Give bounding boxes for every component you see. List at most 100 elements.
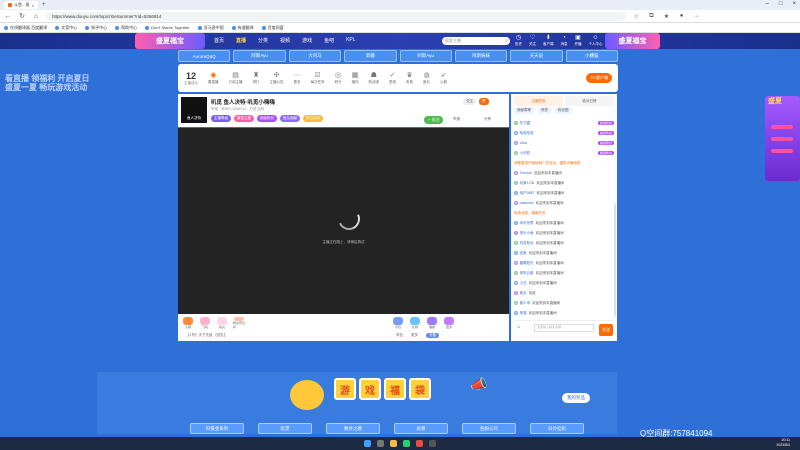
- chat-nickname[interactable]: 路人甲: [520, 301, 531, 306]
- site-search-input[interactable]: 搜索主播 ⌕: [442, 37, 510, 45]
- quick-item[interactable]: ☑ 每日任务: [311, 71, 325, 85]
- promo-tab[interactable]: 数许之路: [326, 423, 380, 434]
- star-icon[interactable]: ☆: [632, 13, 641, 20]
- room-tag[interactable]: 鱼丸贡献: [280, 115, 300, 122]
- chat-scrollbar[interactable]: [614, 204, 616, 316]
- nav-yuba[interactable]: 鱼吧: [324, 37, 334, 44]
- promo-tab[interactable]: 叽觅: [258, 423, 312, 434]
- search-icon[interactable]: ⌕: [505, 38, 508, 44]
- chat-nickname[interactable]: 叽觅粉丝: [520, 241, 534, 246]
- backpack-button[interactable]: 背包: [396, 333, 403, 338]
- like-mini-button[interactable]: 赞: [479, 98, 489, 105]
- quick-item[interactable]: ▤ 订阅主播: [229, 71, 243, 85]
- more-button[interactable]: 更多: [411, 333, 418, 338]
- tab-vip[interactable]: 贵宾: [538, 107, 551, 114]
- bookmark-item[interactable]: 亚马逊中国: [197, 25, 224, 31]
- favorites-icon[interactable]: ★: [662, 13, 671, 20]
- tab-weekly-contrib[interactable]: 贡献周榜: [514, 107, 534, 114]
- chat-nickname[interactable]: 用户9887: [520, 191, 535, 196]
- profile-button[interactable]: ☺ 个人中心: [589, 35, 603, 47]
- room-tag[interactable]: 夏日活动: [303, 115, 323, 122]
- anchor-link[interactable]: 阿斯Ayu: [233, 50, 286, 62]
- bookmark-item[interactable]: 百度网盘: [261, 25, 284, 31]
- browser-taskbar-icon[interactable]: [403, 440, 410, 447]
- promo-tab[interactable]: 科雷金系列: [190, 423, 244, 434]
- minimize-icon[interactable]: –: [766, 1, 769, 7]
- search-taskbar-icon[interactable]: [377, 440, 384, 447]
- room-tag[interactable]: 超级粉丝: [257, 115, 277, 122]
- bookmark-item[interactable]: 知乎中心: [85, 25, 107, 31]
- chat-nickname[interactable]: Tortoise: [520, 171, 532, 175]
- nav-kpl[interactable]: KPL: [346, 37, 355, 44]
- gift-item[interactable]: 粉丝荧光棒: [233, 317, 245, 329]
- extensions-icon[interactable]: ⧉: [647, 13, 656, 20]
- promo-tab[interactable]: 旧外挂机: [530, 423, 584, 434]
- app-taskbar-icon[interactable]: [429, 440, 436, 447]
- quick-item[interactable]: ☗ 粉丝团: [369, 71, 380, 85]
- back-icon[interactable]: ←: [4, 13, 12, 20]
- windows-start-icon[interactable]: [364, 440, 371, 447]
- my-prize-button[interactable]: 我的奖品: [562, 393, 590, 403]
- home-icon[interactable]: ⌂: [32, 13, 40, 20]
- file-explorer-icon[interactable]: [390, 440, 397, 447]
- anchor-link[interactable]: 大司马: [288, 50, 342, 62]
- quick-item[interactable]: ➶ 火箭: [440, 71, 447, 85]
- quick-item[interactable]: ♜ 排行: [253, 71, 260, 85]
- send-button[interactable]: 发送: [599, 324, 613, 336]
- video-player[interactable]: 主播正在路上，请稍后再试: [178, 128, 509, 314]
- bookmark-item[interactable]: 在线翻译器 百度翻译: [4, 25, 47, 31]
- new-tab-icon[interactable]: +: [42, 2, 46, 8]
- chat-nickname[interactable]: 你好世界: [520, 221, 534, 226]
- promo-tab[interactable]: 就看: [394, 423, 448, 434]
- chat-nickname[interactable]: 小白: [520, 281, 527, 286]
- nav-live[interactable]: 直播: [236, 37, 246, 44]
- chat-nickname[interactable]: 哈哈哈哈: [520, 131, 534, 136]
- chat-nickname[interactable]: 快乐小鱼: [520, 231, 534, 236]
- nav-category[interactable]: 分类: [258, 37, 268, 44]
- promo-tab[interactable]: 鱼粉公司: [462, 423, 516, 434]
- anchor-link[interactable]: 新疆: [344, 50, 397, 62]
- gift-item[interactable]: 飞机: [199, 317, 211, 329]
- gift-item[interactable]: 更多: [443, 317, 455, 329]
- follow-button[interactable]: + 关注: [424, 116, 444, 124]
- client-button[interactable]: ⬇ 客户端: [543, 35, 554, 47]
- follow-mini-button[interactable]: 关注: [463, 98, 476, 105]
- quick-item[interactable]: ◍ 鱼丸: [423, 71, 430, 85]
- quick-item[interactable]: ◉ 看直播: [208, 71, 219, 85]
- quick-item[interactable]: ✣ 主播公告: [270, 71, 284, 85]
- anchor-link[interactable]: 阿斯妹妹: [454, 50, 508, 62]
- chat-nickname[interactable]: 晨曦阳光: [520, 261, 534, 266]
- chat-nickname[interactable]: Ultra: [520, 141, 527, 145]
- maximize-icon[interactable]: □: [779, 1, 783, 7]
- nav-video[interactable]: 视频: [280, 37, 290, 44]
- quick-item[interactable]: ✓ 签到: [389, 71, 396, 85]
- room-tag[interactable]: 主播等级: [211, 115, 231, 122]
- bookmark-item[interactable]: 帮助中心: [115, 25, 137, 31]
- anchor-link[interactable]: AuroraQaQ: [178, 50, 231, 62]
- app-taskbar-icon[interactable]: [416, 440, 423, 447]
- gift-item[interactable]: 鱼丸: [216, 317, 228, 329]
- share-link[interactable]: 分享: [484, 117, 491, 122]
- pc-client-button[interactable]: PC客户端: [586, 73, 612, 83]
- tab-daily-rank[interactable]: 欧派日榜: [565, 96, 614, 106]
- chat-input[interactable]: 这里输入聊天内容: [534, 324, 594, 332]
- system-clock[interactable]: 20:11 2023/8/4: [776, 438, 790, 448]
- quick-item[interactable]: ▦ 福利: [352, 71, 359, 85]
- quick-item[interactable]: ◎ 积分: [335, 71, 342, 85]
- quick-item[interactable]: ⋯ 更多: [294, 71, 301, 85]
- quick-item[interactable]: ♛ 贵族: [406, 71, 413, 85]
- chat-nickname[interactable]: 东方翼: [520, 121, 531, 126]
- room-tag[interactable]: 最佳主播: [234, 115, 254, 122]
- message-button[interactable]: ◔ 消息: [561, 35, 568, 47]
- address-bar[interactable]: https://www.douyu.com/topic/XieSummer?ri…: [46, 11, 626, 21]
- report-link[interactable]: 举报: [453, 117, 460, 122]
- follow-button[interactable]: ♡ 关注: [529, 35, 536, 47]
- browser-tab[interactable]: 斗鱼 - 斑 ×: [4, 1, 38, 9]
- chat-nickname[interactable]: 回家: [520, 251, 527, 256]
- recharge-button[interactable]: 充值: [426, 333, 439, 338]
- chat-nickname[interactable]: 风吹云散: [520, 271, 534, 276]
- gift-item[interactable]: 背包: [392, 317, 404, 329]
- nav-games[interactable]: 游戏: [302, 37, 312, 44]
- history-button[interactable]: ◷ 历史: [515, 35, 522, 47]
- anchor-link[interactable]: 小槽猫: [565, 50, 618, 62]
